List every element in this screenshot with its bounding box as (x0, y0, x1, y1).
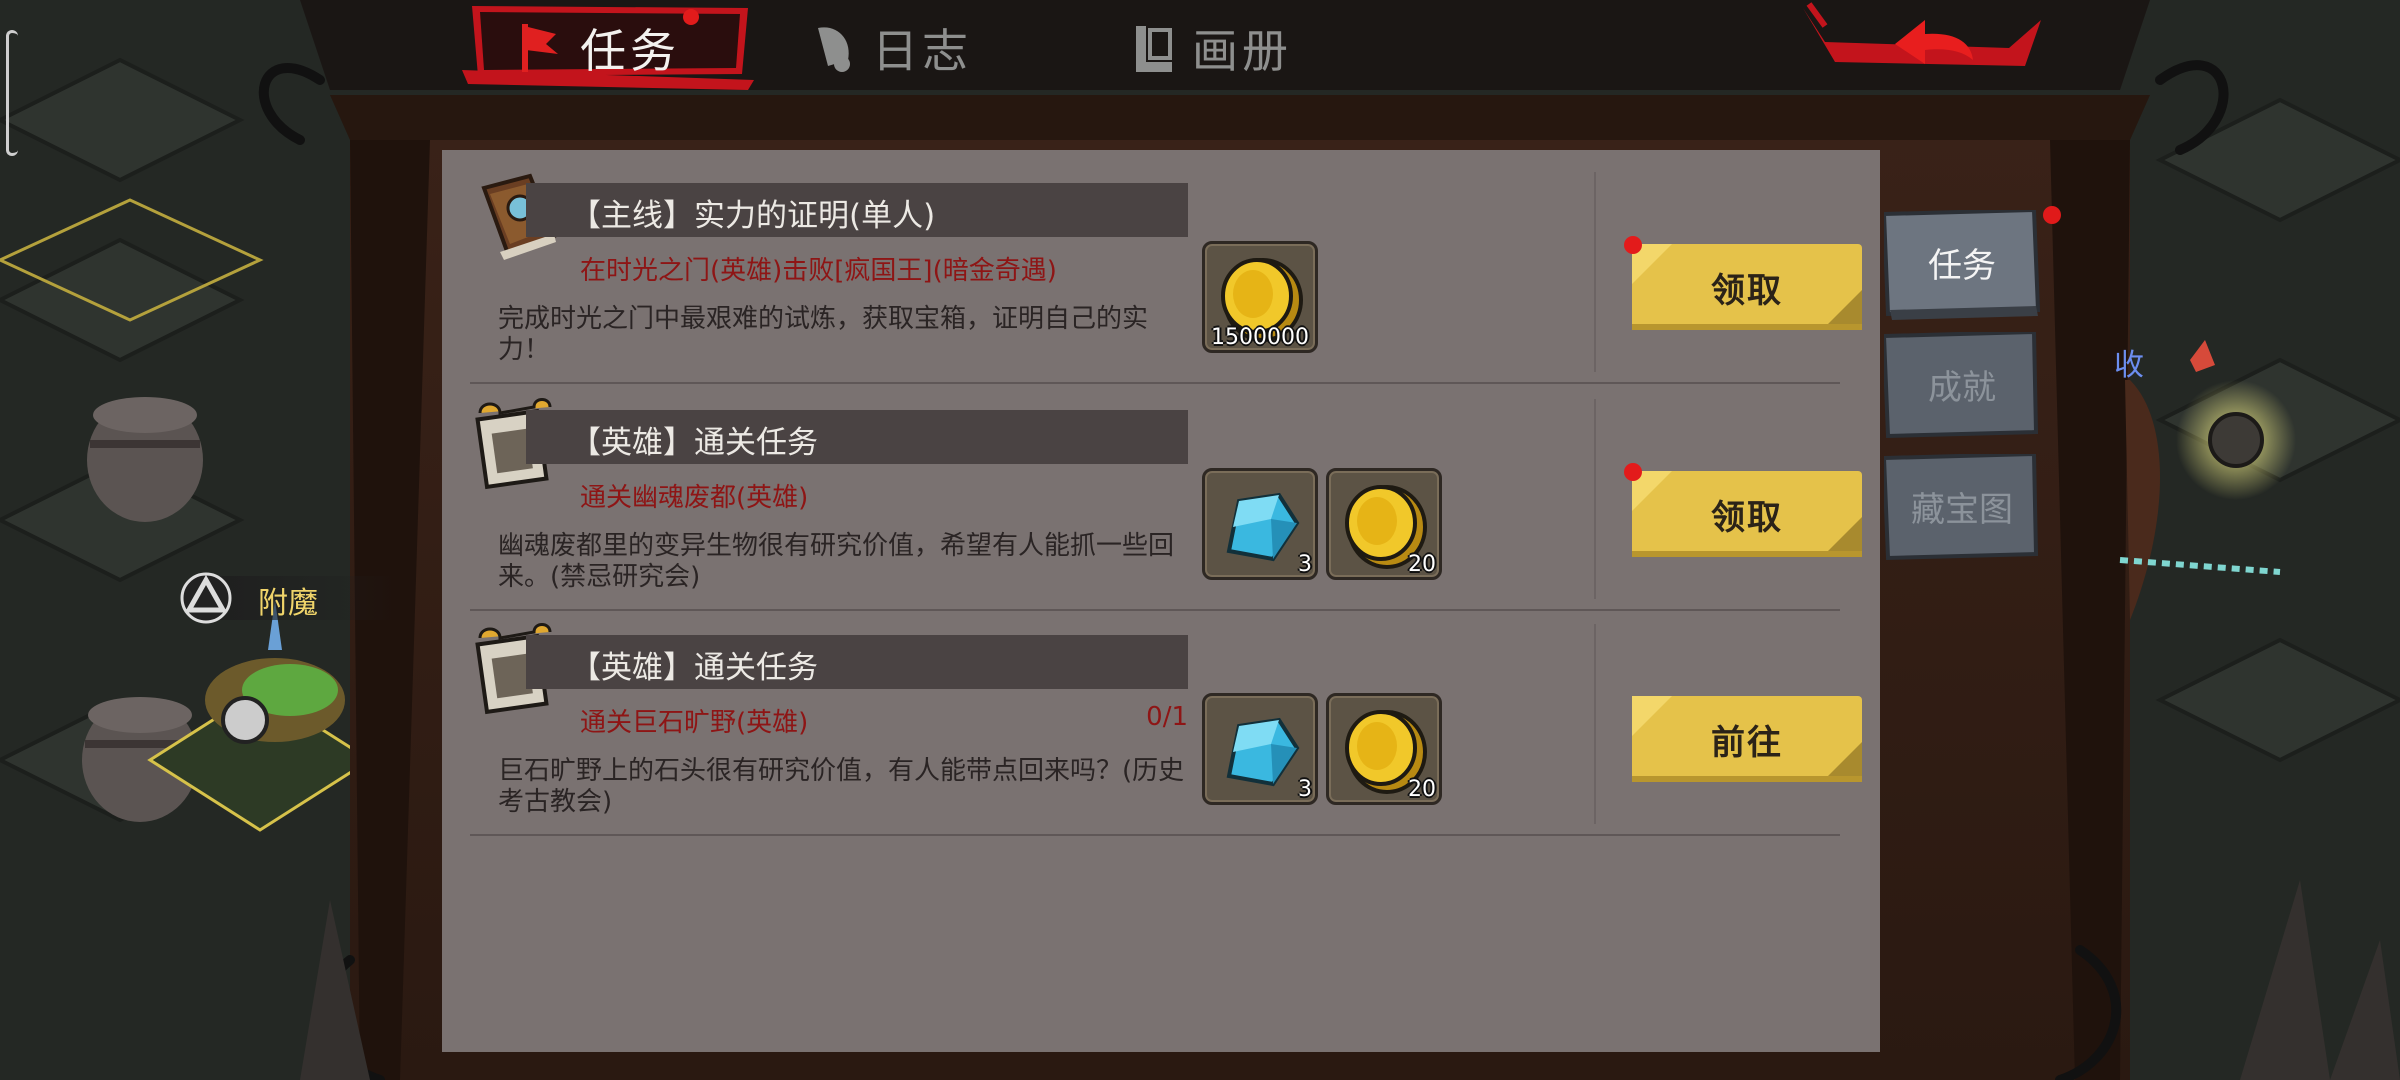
side-tab-quest[interactable]: 任务 (1884, 210, 2040, 320)
world-label-fragment: 收 (2114, 348, 2144, 383)
quest-description: 幽魂废都里的变异生物很有研究价值，希望有人能抓一些回来。(禁忌研究会) (498, 531, 1175, 592)
quest-description: 巨石旷野上的石头很有研究价值，有人能带点回来吗？(历史考古教会) (498, 756, 1185, 817)
reward-slot[interactable]: 20 (1326, 468, 1442, 580)
quest-description: 完成时光之门中最艰难的试炼，获取宝箱，证明自己的实力！ (498, 304, 1149, 365)
blue-crystal-icon (1226, 717, 1300, 787)
claim-button[interactable]: 领取 (1624, 236, 1862, 330)
quest-title: 【主线】实力的证明(单人) (570, 198, 936, 234)
quest-goal: 通关巨石旷野(英雄) (580, 708, 809, 738)
reward-slot[interactable]: 3 (1202, 468, 1318, 580)
triangle-rune-icon (180, 572, 232, 624)
reward-slot[interactable]: 1500000 (1202, 241, 1318, 353)
quest-flag-icon (522, 24, 558, 72)
quest-goal: 通关幽魂废都(英雄) (580, 483, 809, 513)
side-tab-achievement[interactable]: 成就 (1884, 332, 2040, 442)
go-button-label: 前往 (1711, 722, 1783, 763)
reward-count: 20 (1408, 552, 1436, 577)
quest-tab-alert-dot (683, 9, 699, 25)
blue-crystal-icon (1226, 492, 1300, 562)
quill-icon (818, 27, 850, 72)
enchant-label: 附魔 (258, 586, 318, 621)
reward-count: 1500000 (1211, 325, 1309, 350)
quest-title: 【英雄】通关任务 (570, 650, 818, 686)
claim-button[interactable]: 领取 (1624, 463, 1862, 557)
side-tab-achievement-label: 成就 (1928, 367, 1996, 408)
side-tab-alert-dot (2043, 206, 2061, 224)
quest-row: 【英雄】通关任务 通关幽魂废都(英雄) 幽魂废都里的变异生物很有研究价值，希望有… (470, 385, 1862, 611)
quest-title: 【英雄】通关任务 (570, 425, 818, 461)
claim-button-label: 领取 (1711, 270, 1783, 311)
tab-album[interactable]: 画册 (1128, 8, 1292, 88)
reward-count: 3 (1298, 777, 1312, 802)
album-icon (1136, 26, 1172, 72)
quest-row: 【英雄】通关任务 通关巨石旷野(英雄) 0/1 巨石旷野上的石头很有研究价值，有… (470, 610, 1862, 836)
reward-count: 3 (1298, 552, 1312, 577)
side-tab-quest-label: 任务 (1928, 245, 1996, 286)
reward-slot[interactable]: 3 (1202, 693, 1318, 805)
claim-button-label: 领取 (1711, 497, 1783, 538)
side-tab-treasure-map[interactable]: 藏宝图 (1884, 454, 2040, 564)
quest-goal: 在时光之门(英雄)击败[疯国王](暗金奇遇) (580, 256, 1057, 286)
quest-progress: 0/1 (1146, 702, 1188, 732)
quest-row: 【主线】实力的证明(单人) 在时光之门(英雄)击败[疯国王](暗金奇遇) 完成时… (470, 158, 1862, 384)
go-button[interactable]: 前往 (1632, 696, 1862, 782)
tab-log[interactable]: 日志 (808, 8, 972, 88)
tab-album-label: 画册 (1192, 24, 1292, 78)
side-tab-treasure-map-label: 藏宝图 (1911, 489, 2013, 530)
tab-quest[interactable]: 任务 (516, 8, 680, 88)
back-button[interactable] (1795, 0, 2045, 82)
tab-quest-label: 任务 (580, 24, 680, 78)
reward-count: 20 (1408, 777, 1436, 802)
reward-slot[interactable]: 20 (1326, 693, 1442, 805)
screen-edge-handle (6, 30, 18, 156)
tab-log-label: 日志 (872, 24, 972, 78)
quest-list-panel[interactable]: 【主线】实力的证明(单人) 在时光之门(英雄)击败[疯国王](暗金奇遇) 完成时… (442, 150, 1880, 1052)
